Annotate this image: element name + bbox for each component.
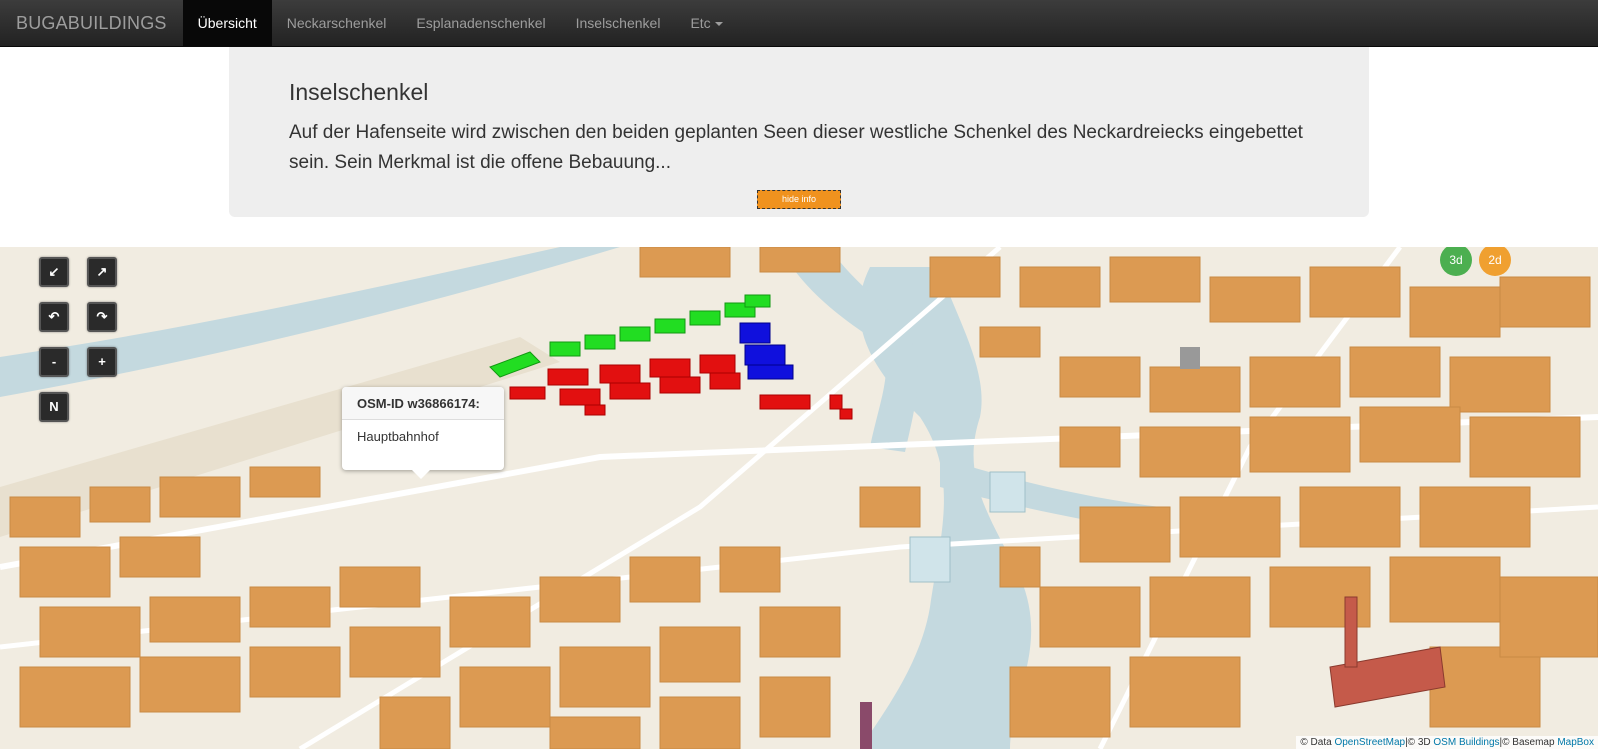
openstreetmap-link[interactable]: OpenStreetMap	[1334, 737, 1405, 748]
osm-buildings-link[interactable]: OSM Buildings	[1433, 737, 1499, 748]
info-panel: Inselschenkel Auf der Hafenseite wird zw…	[229, 47, 1369, 217]
building-popup: OSM-ID w36866174: Hauptbahnhof	[342, 387, 504, 479]
nav-item-inselschenkel[interactable]: Inselschenkel	[561, 0, 676, 46]
north-button[interactable]: N	[39, 392, 69, 422]
brand-logo[interactable]: BUGABUILDINGS	[0, 0, 183, 46]
navbar: BUGABUILDINGS Übersicht Neckarschenkel E…	[0, 0, 1598, 47]
rotate-right-button[interactable]: ↷	[87, 302, 117, 332]
nav-item-neckarschenkel[interactable]: Neckarschenkel	[272, 0, 402, 46]
map-canvas[interactable]	[0, 247, 1598, 749]
info-title: Inselschenkel	[289, 79, 429, 105]
hide-info-button[interactable]: hide info	[757, 190, 841, 209]
nav-item-etc-label: Etc	[690, 15, 711, 31]
main-nav: Übersicht Neckarschenkel Esplanadenschen…	[182, 0, 738, 46]
tilt-up-button[interactable]: ↗	[87, 257, 117, 287]
popup-body: Hauptbahnhof	[357, 429, 439, 444]
popup-tip	[412, 470, 430, 479]
caret-down-icon	[714, 22, 723, 27]
rotate-left-button[interactable]: ↶	[39, 302, 69, 332]
zoom-out-button[interactable]: -	[39, 347, 69, 377]
nav-item-uebersicht[interactable]: Übersicht	[182, 0, 272, 46]
nav-item-etc-dropdown[interactable]: Etc	[675, 0, 737, 46]
attribution-suffix: |© Basemap	[1499, 737, 1558, 748]
attribution-mid: |© 3D	[1405, 737, 1434, 748]
info-text: Auf der Hafenseite wird zwischen den bei…	[289, 122, 1303, 173]
attribution-prefix: © Data	[1300, 737, 1335, 748]
zoom-in-button[interactable]: +	[87, 347, 117, 377]
map-view[interactable]: ↙ ↗ ↶ ↷ - + N 3d 2d © Data OpenStreetMap…	[0, 247, 1598, 749]
nav-item-esplanadenschenkel[interactable]: Esplanadenschenkel	[401, 0, 560, 46]
tilt-down-button[interactable]: ↙	[39, 257, 69, 287]
popup-title: OSM-ID w36866174:	[342, 387, 504, 420]
mapbox-link[interactable]: MapBox	[1557, 737, 1594, 748]
map-attribution: © Data OpenStreetMap|© 3D OSM Buildings|…	[1296, 736, 1598, 749]
